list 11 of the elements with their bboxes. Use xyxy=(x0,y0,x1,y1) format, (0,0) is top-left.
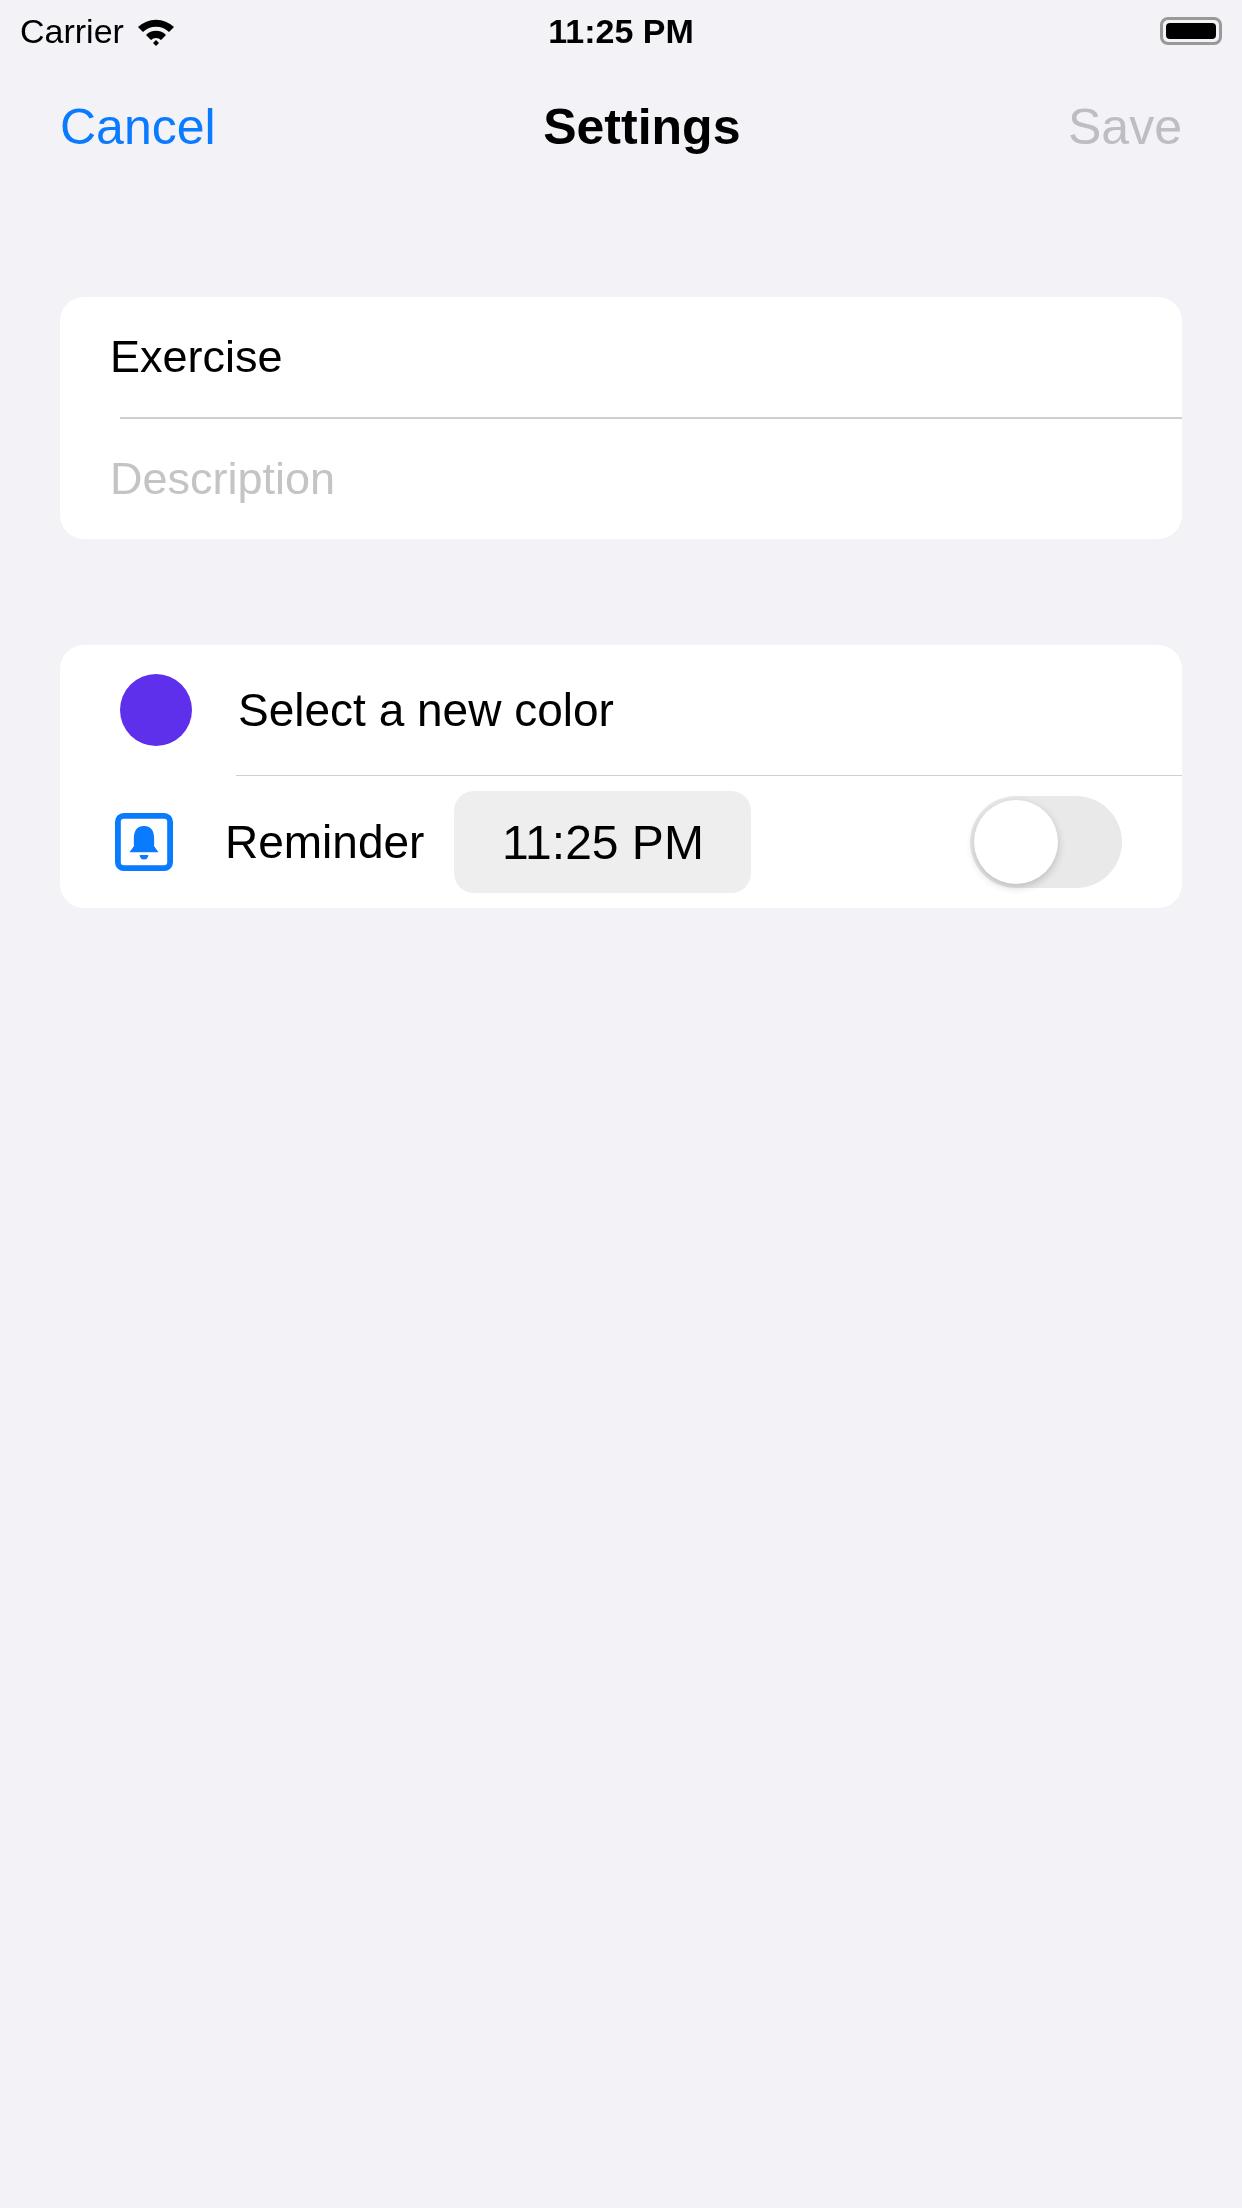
time-picker[interactable]: 11:25 PM xyxy=(454,791,752,893)
name-field[interactable]: Exercise xyxy=(110,331,1132,383)
screen-title: Settings xyxy=(543,98,741,156)
carrier-label: Carrier xyxy=(20,11,124,51)
reminder-label: Reminder xyxy=(225,815,425,869)
status-time: 11:25 PM xyxy=(548,11,694,51)
description-field[interactable]: Description xyxy=(110,452,1132,505)
color-label[interactable]: Select a new color xyxy=(238,682,614,737)
battery-icon xyxy=(1160,17,1222,45)
bell-icon xyxy=(115,813,173,871)
cancel-button[interactable]: Cancel xyxy=(60,98,216,156)
